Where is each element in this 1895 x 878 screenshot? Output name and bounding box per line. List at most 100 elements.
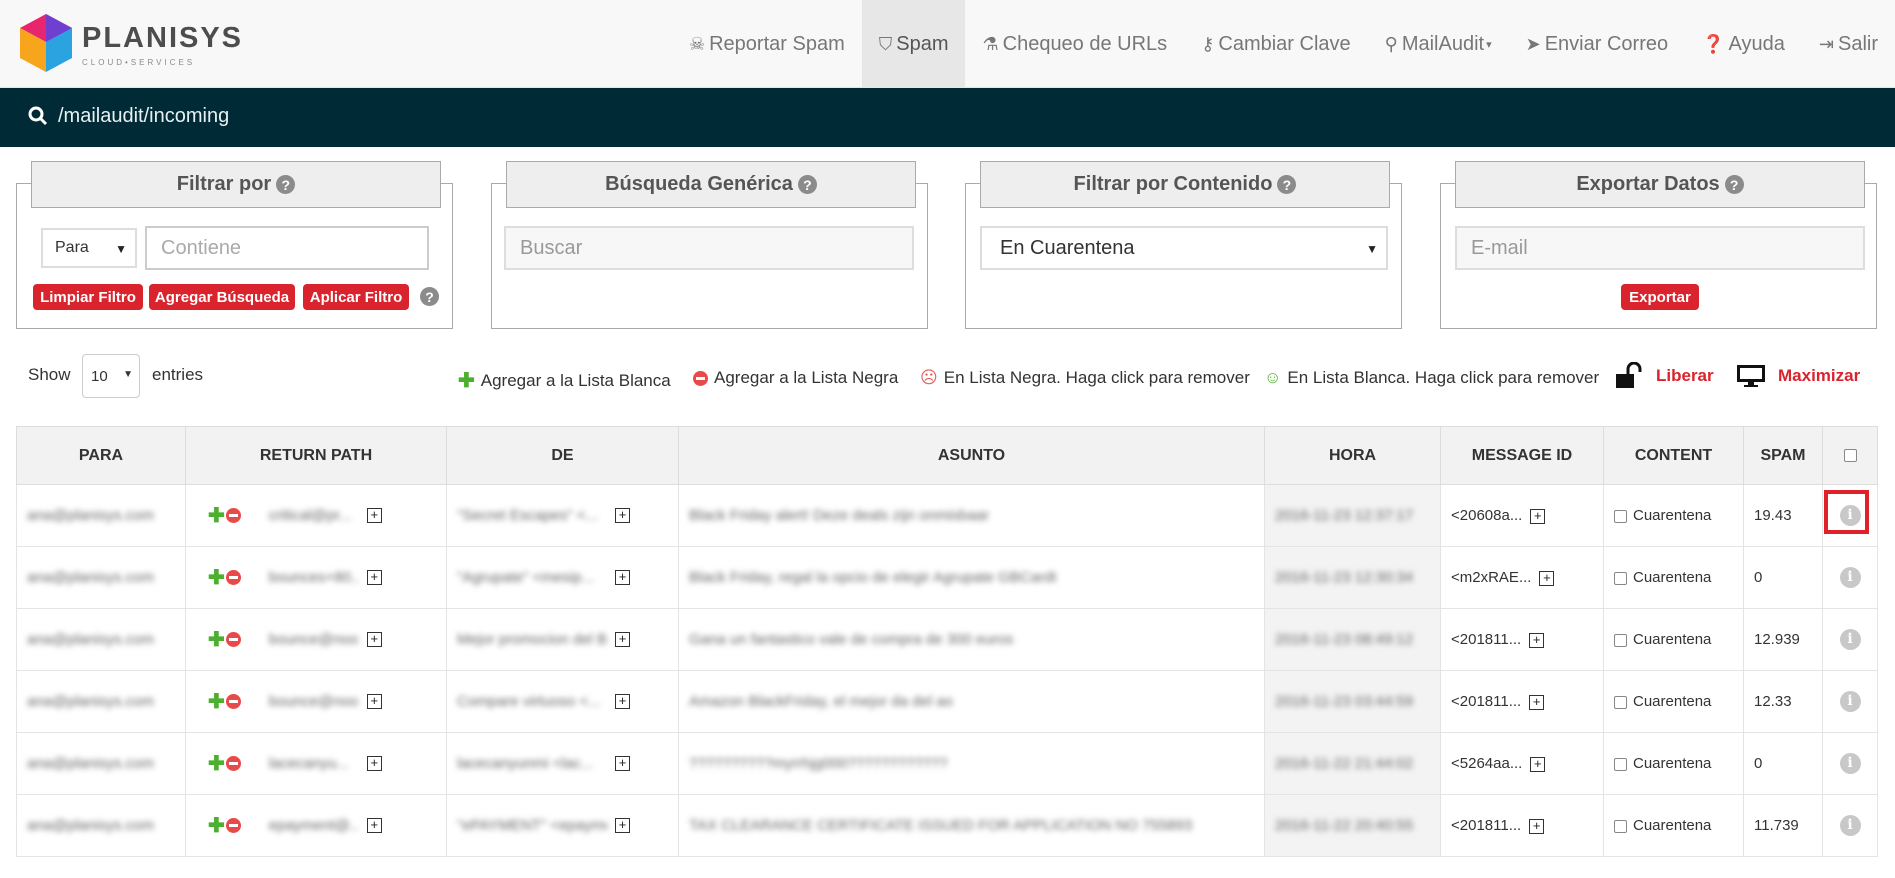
planisys-logo[interactable]: PLANISYS CLOUD•SERVICES xyxy=(18,12,241,76)
cell-de: "ePAYMENT" <epayme... + xyxy=(446,794,679,857)
expand-icon[interactable]: + xyxy=(615,694,630,710)
col-header-para[interactable]: PARA xyxy=(16,426,186,485)
quarantine-checkbox[interactable] xyxy=(1614,571,1627,585)
entries-select[interactable]: 10 ▼ xyxy=(82,354,140,398)
info-icon[interactable]: i xyxy=(1839,629,1861,650)
expand-icon[interactable]: + xyxy=(615,756,630,772)
cell-para: ana@planisys.com xyxy=(16,794,186,857)
help-icon[interactable]: ? xyxy=(276,175,296,194)
expand-icon[interactable]: + xyxy=(1539,570,1555,586)
de-value: lacecanyunmi <lac... xyxy=(457,755,594,773)
content-filter-select[interactable]: En Cuarentena ▼ xyxy=(980,226,1388,270)
paper-plane-icon: ➤ xyxy=(1525,33,1541,54)
whitelist-add-legend[interactable]: ✚ Agregar a la Lista Blanca xyxy=(458,368,671,393)
table-header-row: PARA RETURN PATH DE ASUNTO HORA MESSAGE … xyxy=(16,426,1878,485)
col-header-asunto[interactable]: ASUNTO xyxy=(678,426,1265,485)
nav-ayuda[interactable]: ❓ Ayuda xyxy=(1685,0,1802,88)
expand-icon[interactable]: + xyxy=(1530,508,1546,524)
add-blacklist-icon[interactable] xyxy=(225,508,241,523)
add-whitelist-icon[interactable]: ✚ xyxy=(208,815,225,837)
cell-hora: 2016-11-22 21:44:02 xyxy=(1264,732,1441,795)
table-row[interactable]: ana@planisys.com✚bounce@noo...+Mejor pro… xyxy=(16,608,1878,671)
blacklist-add-legend[interactable]: Agregar a la Lista Negra xyxy=(692,368,898,388)
help-icon[interactable]: ? xyxy=(1277,175,1297,194)
return-path-value: bounce@noo... xyxy=(268,693,359,710)
nav-chequeo-urls[interactable]: ⚗ Chequeo de URLs xyxy=(965,0,1184,88)
add-blacklist-icon[interactable] xyxy=(225,632,241,647)
panel-title-text: Exportar Datos xyxy=(1576,173,1720,195)
expand-icon[interactable]: + xyxy=(615,508,630,524)
expand-icon[interactable]: + xyxy=(1530,756,1546,772)
col-header-hora[interactable]: HORA xyxy=(1264,426,1441,485)
col-header-de[interactable]: DE xyxy=(446,426,679,485)
add-blacklist-icon[interactable] xyxy=(225,570,241,585)
legend-text: Agregar a la Lista Blanca xyxy=(480,370,671,390)
maximizar-button[interactable]: Maximizar xyxy=(1736,364,1860,388)
add-whitelist-icon[interactable]: ✚ xyxy=(208,505,225,527)
info-icon[interactable]: i xyxy=(1839,691,1861,712)
nav-salir[interactable]: ⇥ Salir xyxy=(1802,0,1895,88)
nav-enviar-correo[interactable]: ➤ Enviar Correo xyxy=(1509,0,1685,88)
table-row[interactable]: ana@planisys.com ✚ bounces+80... + "Agrupate… xyxy=(16,546,1878,609)
clear-filter-button[interactable]: Limpiar Filtro xyxy=(33,284,143,310)
expand-icon[interactable]: + xyxy=(1529,818,1545,834)
nav-spam[interactable]: ⛉ Spam xyxy=(861,0,966,88)
info-icon[interactable]: i xyxy=(1839,753,1861,774)
add-blacklist-icon[interactable] xyxy=(225,694,241,709)
liberar-button[interactable]: Liberar xyxy=(1614,362,1714,390)
help-icon[interactable]: ? xyxy=(797,175,817,194)
help-icon[interactable]: ? xyxy=(420,287,439,306)
table-row[interactable]: ana@planisys.com ✚ epayment@... + "ePAYMENT"… xyxy=(16,794,1878,857)
table-row[interactable]: ana@planisys.com✚bounce@noo...+Compare v… xyxy=(16,670,1878,733)
cell-info: i xyxy=(1822,794,1878,857)
col-header-content[interactable]: CONTENT xyxy=(1603,426,1744,485)
quarantine-checkbox[interactable] xyxy=(1614,695,1627,709)
add-search-button[interactable]: Agregar Búsqueda xyxy=(149,284,295,310)
nav-cambiar-clave[interactable]: ⚷ Cambiar Clave xyxy=(1184,0,1367,88)
quarantine-checkbox[interactable] xyxy=(1614,757,1627,771)
generic-search-panel: Búsqueda Genérica ? Buscar xyxy=(491,161,928,329)
expand-icon[interactable]: + xyxy=(366,570,382,585)
expand-icon[interactable]: + xyxy=(1529,694,1545,710)
add-whitelist-icon[interactable]: ✚ xyxy=(208,753,225,775)
export-button[interactable]: Exportar xyxy=(1621,284,1699,310)
expand-icon[interactable]: + xyxy=(615,818,630,834)
col-header-return-path[interactable]: RETURN PATH xyxy=(185,426,447,485)
generic-search-input[interactable]: Buscar xyxy=(504,226,914,270)
expand-icon[interactable]: + xyxy=(366,694,382,709)
col-header-message-id[interactable]: MESSAGE ID xyxy=(1440,426,1604,485)
cell-info: i xyxy=(1822,608,1878,671)
table-row[interactable]: ana@planisys.com ✚ critical@pr... + "Secret … xyxy=(16,484,1878,547)
info-icon[interactable]: i xyxy=(1839,567,1861,588)
expand-icon[interactable]: + xyxy=(615,632,630,648)
cell-message-id: <201811... + xyxy=(1440,608,1604,671)
nav-mailaudit[interactable]: ⚲ MailAudit ▾ xyxy=(1368,0,1509,88)
expand-icon[interactable]: + xyxy=(366,756,382,771)
col-header-spam[interactable]: SPAM xyxy=(1743,426,1823,485)
nav-reportar-spam[interactable]: ☠ Reportar Spam xyxy=(672,0,862,88)
apply-filter-button[interactable]: Aplicar Filtro xyxy=(303,284,409,310)
cell-para: ana@planisys.com xyxy=(16,670,186,733)
expand-icon[interactable]: + xyxy=(366,632,382,647)
add-whitelist-icon[interactable]: ✚ xyxy=(208,691,225,713)
expand-icon[interactable]: + xyxy=(366,818,382,833)
quarantine-checkbox[interactable] xyxy=(1614,509,1627,523)
info-icon[interactable]: i xyxy=(1839,815,1861,836)
in-whitelist-legend[interactable]: ☺ En Lista Blanca. Haga click para remov… xyxy=(1264,368,1599,388)
table-row[interactable]: ana@planisys.com ✚ lacecanyu... + lacecanyun… xyxy=(16,732,1878,795)
export-email-input[interactable]: E-mail xyxy=(1455,226,1865,270)
add-whitelist-icon[interactable]: ✚ xyxy=(208,567,225,589)
help-icon[interactable]: ? xyxy=(1724,175,1744,194)
add-blacklist-icon[interactable] xyxy=(225,818,241,833)
expand-icon[interactable]: + xyxy=(366,508,382,523)
add-blacklist-icon[interactable] xyxy=(225,756,241,771)
select-all-checkbox[interactable] xyxy=(1843,448,1857,462)
in-blacklist-legend[interactable]: ☹ En Lista Negra. Haga click para remove… xyxy=(920,368,1250,388)
quarantine-checkbox[interactable] xyxy=(1614,819,1627,833)
add-whitelist-icon[interactable]: ✚ xyxy=(208,629,225,651)
contains-input[interactable]: Contiene xyxy=(145,226,429,270)
filter-field-select[interactable]: Para ▼ xyxy=(41,228,137,268)
expand-icon[interactable]: + xyxy=(615,570,630,586)
quarantine-checkbox[interactable] xyxy=(1614,633,1627,647)
expand-icon[interactable]: + xyxy=(1529,632,1545,648)
